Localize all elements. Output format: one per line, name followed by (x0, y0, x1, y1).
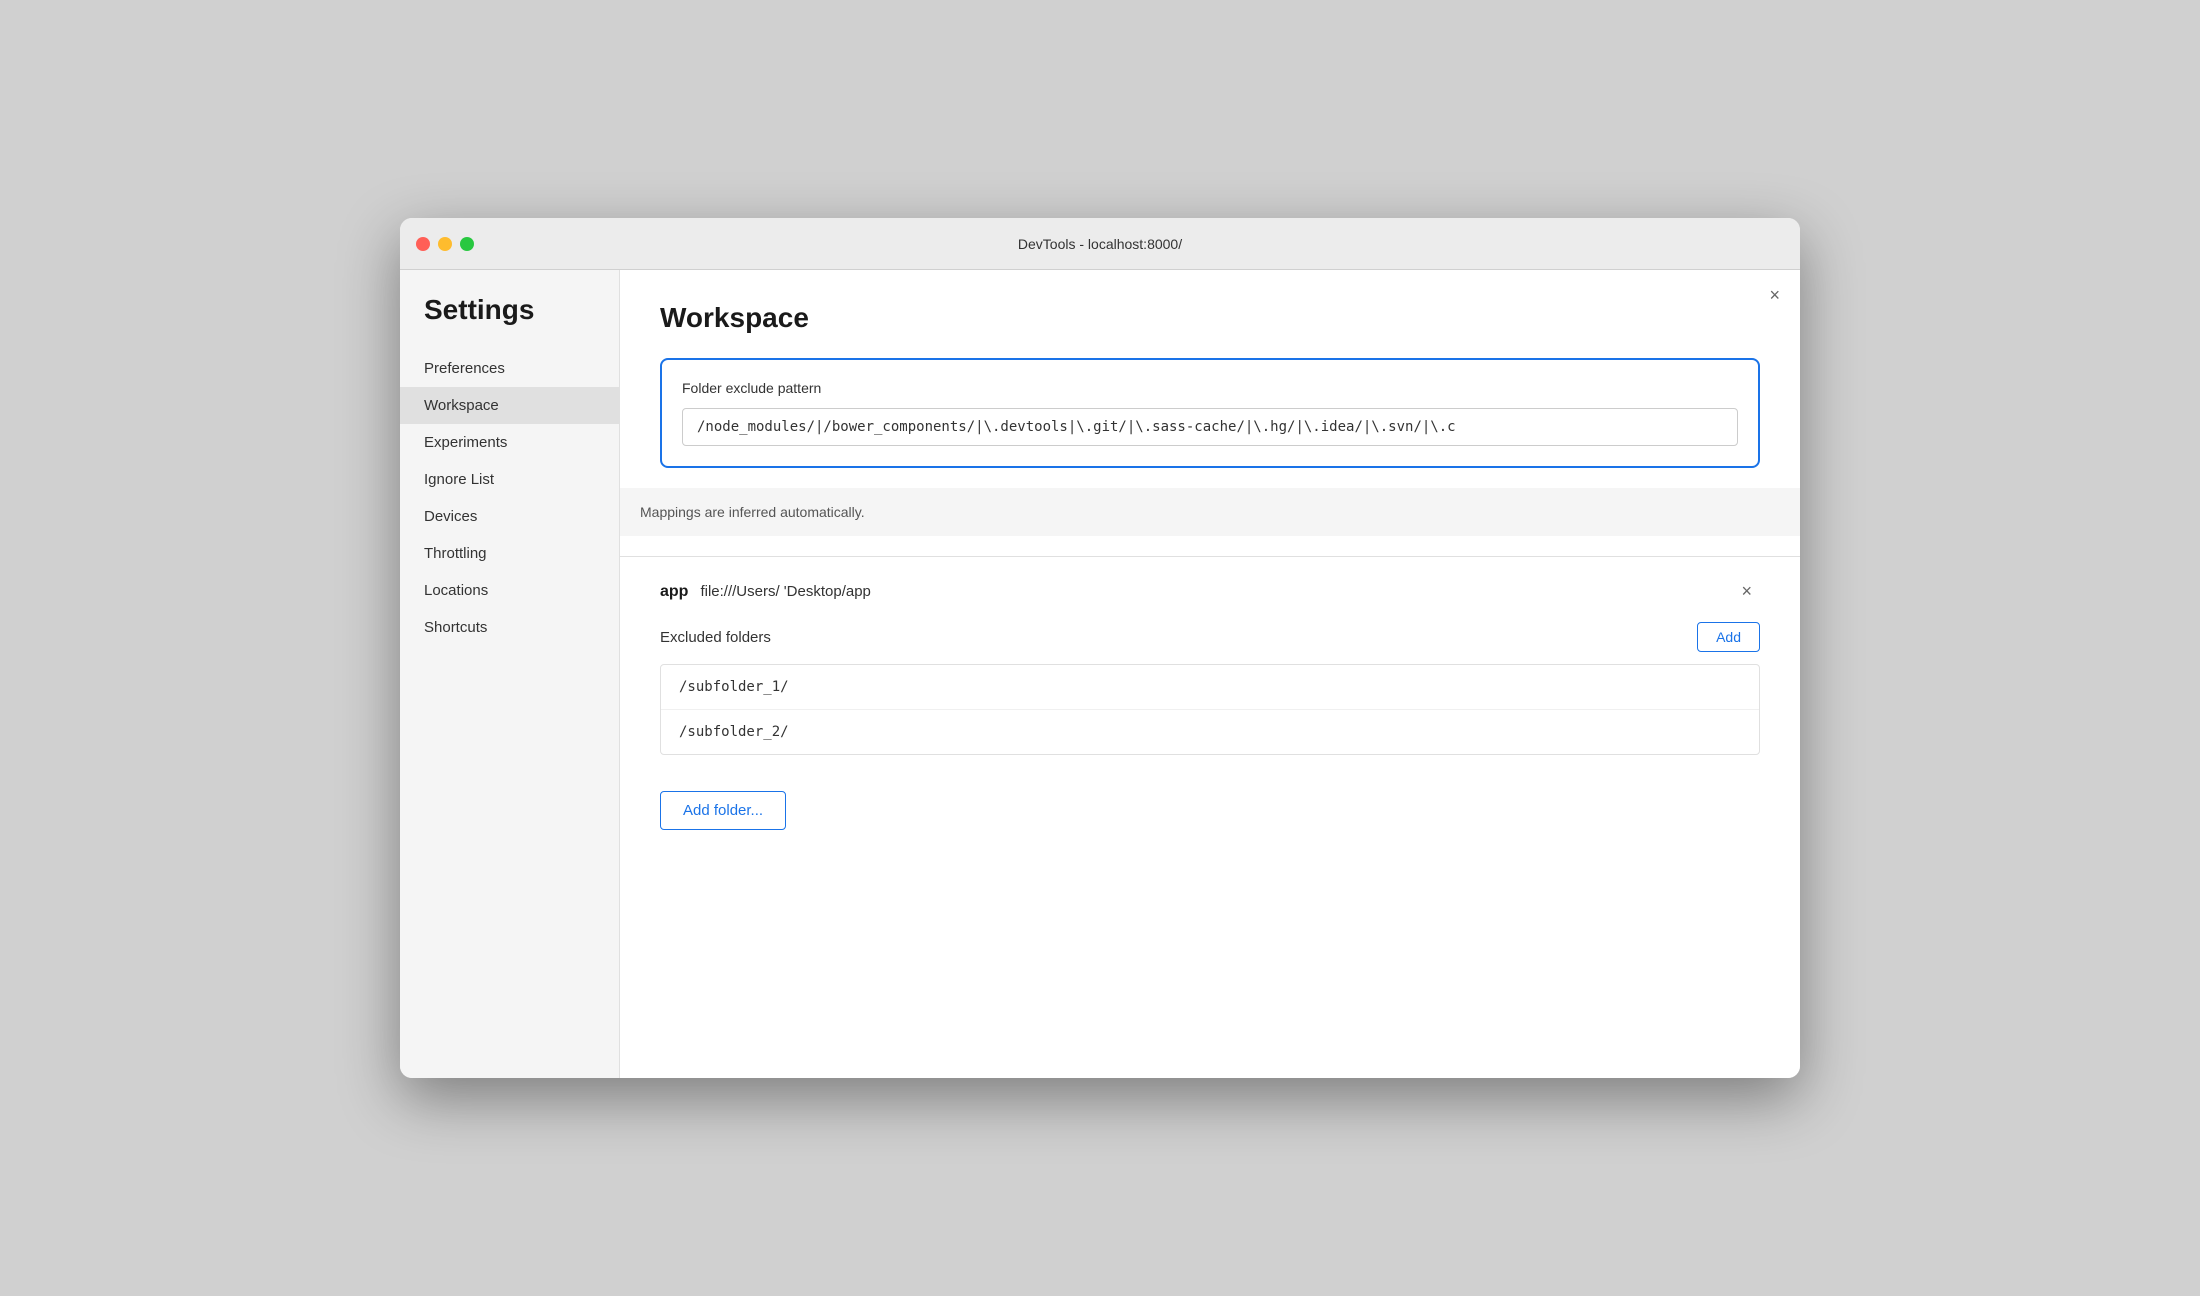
sidebar-item-shortcuts[interactable]: Shortcuts (400, 609, 619, 646)
mappings-info: Mappings are inferred automatically. (620, 488, 1800, 536)
workspace-name: app (660, 583, 688, 601)
sidebar-item-throttling[interactable]: Throttling (400, 535, 619, 572)
folder-item: /subfolder_1/ (661, 665, 1759, 710)
add-folder-button[interactable]: Add folder... (660, 791, 786, 830)
folder-exclude-input[interactable] (682, 408, 1738, 446)
sidebar-item-experiments[interactable]: Experiments (400, 424, 619, 461)
maximize-traffic-light[interactable] (460, 237, 474, 251)
main-content: × Workspace Folder exclude pattern Mappi… (620, 270, 1800, 1078)
close-traffic-light[interactable] (416, 237, 430, 251)
section-divider (620, 556, 1800, 557)
titlebar-title: DevTools - localhost:8000/ (1018, 236, 1182, 252)
page-title: Workspace (660, 302, 1760, 334)
sidebar-item-ignore-list[interactable]: Ignore List (400, 461, 619, 498)
excluded-folders-row: Excluded folders Add (660, 622, 1760, 652)
close-button[interactable]: × (1769, 286, 1780, 304)
workspace-path-row: app file:///Users/ 'Desktop/app × (660, 577, 1760, 606)
folder-exclude-label: Folder exclude pattern (682, 380, 1738, 396)
minimize-traffic-light[interactable] (438, 237, 452, 251)
traffic-lights (416, 237, 474, 251)
add-excluded-folder-button[interactable]: Add (1697, 622, 1760, 652)
sidebar-item-workspace[interactable]: Workspace (400, 387, 619, 424)
workspace-entry: app file:///Users/ 'Desktop/app × Exclud… (660, 577, 1760, 791)
window-body: Settings Preferences Workspace Experimen… (400, 270, 1800, 1078)
folders-list: /subfolder_1/ /subfolder_2/ (660, 664, 1760, 755)
titlebar: DevTools - localhost:8000/ (400, 218, 1800, 270)
sidebar-item-devices[interactable]: Devices (400, 498, 619, 535)
workspace-path: file:///Users/ 'Desktop/app (700, 583, 1733, 600)
devtools-window: DevTools - localhost:8000/ Settings Pref… (400, 218, 1800, 1078)
sidebar-item-locations[interactable]: Locations (400, 572, 619, 609)
excluded-folders-label: Excluded folders (660, 629, 771, 646)
sidebar-heading: Settings (400, 294, 619, 350)
folder-item: /subfolder_2/ (661, 710, 1759, 754)
workspace-remove-button[interactable]: × (1733, 577, 1760, 606)
sidebar-item-preferences[interactable]: Preferences (400, 350, 619, 387)
folder-exclude-section: Folder exclude pattern (660, 358, 1760, 468)
sidebar: Settings Preferences Workspace Experimen… (400, 270, 620, 1078)
